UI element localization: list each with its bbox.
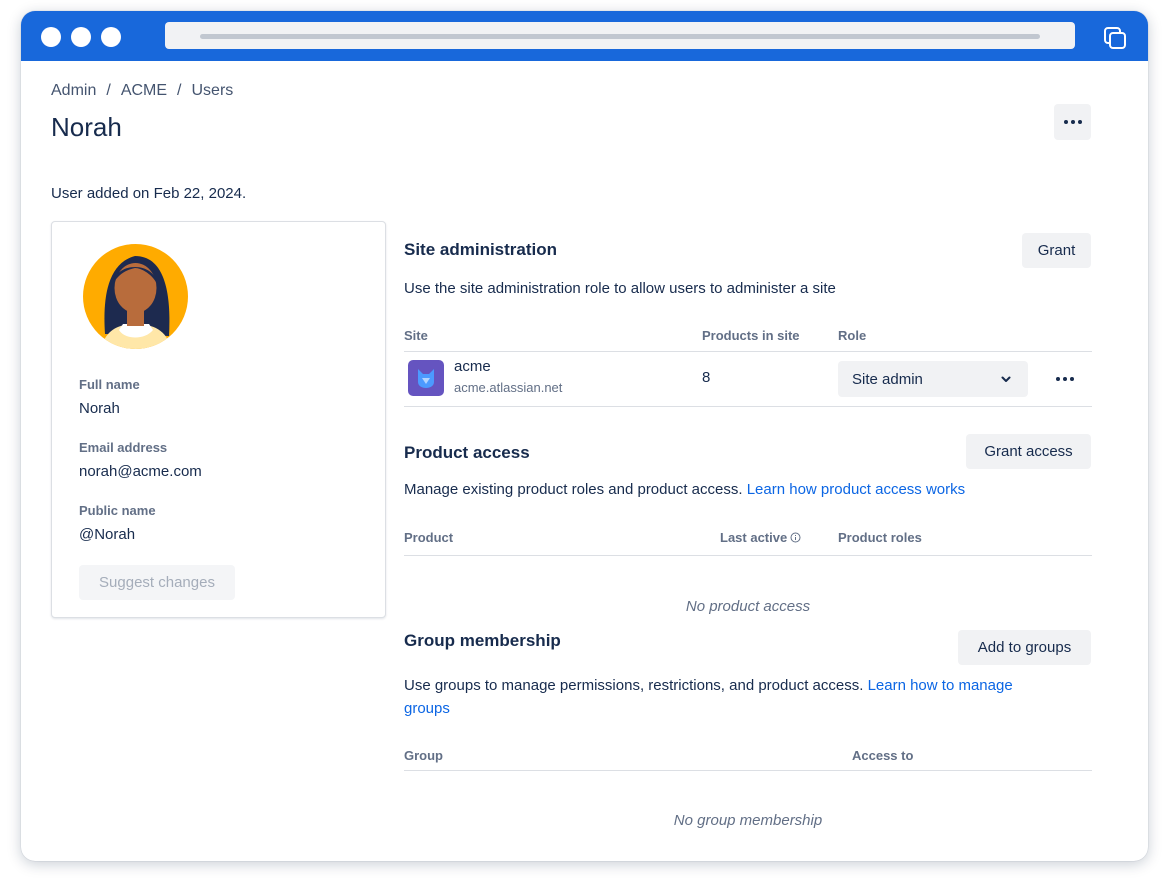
- groups-learn-link[interactable]: Learn how to manage: [868, 677, 1013, 694]
- groups-learn-link-cont[interactable]: groups: [404, 700, 450, 717]
- site-url: acme.atlassian.net: [454, 380, 563, 395]
- divider: [404, 555, 1092, 556]
- breadcrumb-users[interactable]: Users: [192, 82, 234, 99]
- full-name-value: Norah: [79, 400, 120, 417]
- email-value: norah@acme.com: [79, 463, 202, 480]
- group-membership-title: Group membership: [404, 631, 561, 650]
- row-more-actions-button[interactable]: [1051, 369, 1079, 389]
- role-select-value: Site admin: [852, 370, 923, 388]
- window-close-dot[interactable]: [41, 27, 61, 47]
- product-column-header: Product: [404, 530, 454, 545]
- profile-card: Full name Norah Email address norah@acme…: [51, 221, 386, 618]
- site-name[interactable]: acme: [454, 358, 491, 375]
- products-count: 8: [702, 369, 711, 386]
- site-logo-icon: [408, 360, 444, 396]
- public-name-label: Public name: [79, 503, 156, 518]
- site-logo-glyph: [418, 369, 434, 388]
- role-column-header: Role: [838, 328, 867, 343]
- chevron-down-icon: [1001, 376, 1011, 382]
- more-horizontal-icon: [1056, 377, 1074, 381]
- product-access-learn-link[interactable]: Learn how product access works: [747, 481, 965, 498]
- public-name-value: @Norah: [79, 526, 136, 543]
- divider: [404, 770, 1092, 771]
- breadcrumb-separator: /: [177, 82, 182, 99]
- breadcrumb-admin[interactable]: Admin: [51, 82, 96, 99]
- address-placeholder-line: [200, 34, 1040, 39]
- breadcrumb: Admin / ACME / Users: [51, 82, 233, 100]
- divider: [404, 351, 1092, 352]
- breadcrumb-separator: /: [106, 82, 111, 99]
- divider: [404, 406, 1092, 407]
- more-horizontal-icon: [1063, 120, 1082, 124]
- page-content: Admin / ACME / Users Norah User added on Feb…: [21, 61, 1148, 861]
- products-column-header: Products in site: [702, 328, 800, 343]
- window-maximize-dot[interactable]: [101, 27, 121, 47]
- product-access-title: Product access: [404, 443, 530, 462]
- full-name-label: Full name: [79, 377, 140, 392]
- empty-state-text: No group membership: [673, 812, 823, 829]
- email-label: Email address: [79, 440, 168, 455]
- product-roles-column-header: Product roles: [838, 530, 922, 545]
- browser-window: Admin / ACME / Users Norah User added on Feb…: [21, 11, 1148, 861]
- site-admin-title: Site administration: [404, 240, 558, 259]
- info-icon[interactable]: [790, 532, 801, 543]
- group-column-header: Group: [404, 748, 443, 763]
- groups-description-text: Use groups to manage permissions, restri…: [404, 677, 864, 694]
- user-added-text: User added on Feb 22, 2024.: [51, 185, 247, 202]
- empty-state-text: No product access: [685, 598, 811, 615]
- site-admin-description: Use the site administration role to allo…: [404, 280, 836, 297]
- page-title: Norah: [51, 112, 122, 142]
- tabs-icon[interactable]: [1102, 25, 1128, 51]
- more-actions-button[interactable]: [1054, 104, 1091, 140]
- site-column-header: Site: [404, 328, 428, 343]
- grant-access-button[interactable]: Grant access: [966, 434, 1091, 469]
- window-minimize-dot[interactable]: [71, 27, 91, 47]
- address-bar[interactable]: [165, 22, 1075, 49]
- last-active-column-header: Last active: [720, 530, 801, 545]
- grant-button[interactable]: Grant: [1022, 233, 1091, 268]
- breadcrumb-acme[interactable]: ACME: [121, 82, 167, 99]
- add-to-groups-button[interactable]: Add to groups: [958, 630, 1091, 665]
- suggest-changes-button[interactable]: Suggest changes: [79, 565, 235, 600]
- browser-chrome: [21, 11, 1148, 61]
- access-to-column-header: Access to: [852, 748, 914, 763]
- avatar: [83, 244, 188, 349]
- groups-description: Use groups to manage permissions, restri…: [404, 674, 1092, 720]
- product-access-description: Manage existing product roles and produc…: [404, 478, 965, 501]
- last-active-label: Last active: [720, 530, 788, 545]
- role-select[interactable]: Site admin: [838, 361, 1028, 397]
- product-access-description-text: Manage existing product roles and produc…: [404, 481, 743, 498]
